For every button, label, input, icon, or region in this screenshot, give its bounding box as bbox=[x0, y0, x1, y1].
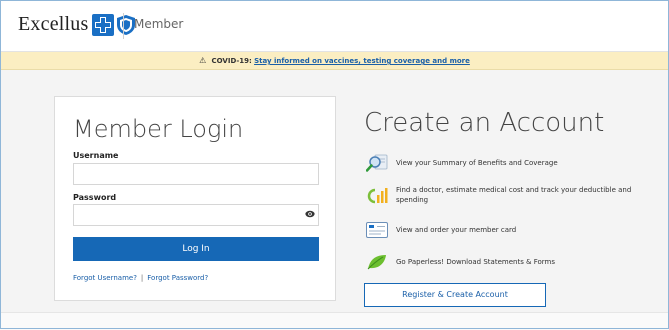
section-label: Member bbox=[134, 17, 184, 31]
alert-link[interactable]: Stay informed on vaccines, testing cover… bbox=[254, 57, 470, 65]
password-label: Password bbox=[73, 193, 117, 202]
register-create-account-button[interactable]: Register & Create Account bbox=[364, 283, 546, 307]
login-title: Member Login bbox=[73, 115, 244, 143]
covid-alert-banner: ⚠ COVID-19: Stay informed on vaccines, t… bbox=[0, 52, 669, 70]
show-password-eye-icon[interactable] bbox=[305, 210, 315, 218]
brand-logo[interactable]: Excellus bbox=[18, 13, 136, 36]
forgot-username-link[interactable]: Forgot Username? bbox=[73, 274, 137, 282]
create-account-title: Create an Account bbox=[364, 108, 605, 138]
bar-chart-icon bbox=[366, 186, 388, 204]
feature-item: Find a doctor, estimate medical cost and… bbox=[366, 185, 636, 205]
header-divider bbox=[123, 13, 124, 39]
feature-item: Go Paperless! Download Statements & Form… bbox=[366, 253, 636, 271]
feature-item: View your Summary of Benefits and Covera… bbox=[366, 154, 636, 172]
feature-text: Find a doctor, estimate medical cost and… bbox=[396, 186, 632, 204]
username-input[interactable] bbox=[73, 163, 319, 185]
alert-prefix: COVID-19: bbox=[211, 57, 252, 65]
feature-text: Go Paperless! Download Statements & Form… bbox=[396, 258, 556, 266]
blue-cross-icon bbox=[92, 13, 115, 36]
feature-item: View and order your member card bbox=[366, 221, 636, 239]
forgot-links: Forgot Username? | Forgot Password? bbox=[73, 274, 208, 282]
brand-name: Excellus bbox=[18, 13, 89, 35]
warning-icon: ⚠ bbox=[199, 56, 207, 65]
login-button[interactable]: Log In bbox=[73, 237, 319, 261]
leaf-icon bbox=[366, 253, 388, 271]
site-header: Excellus Member bbox=[0, 0, 669, 52]
password-input[interactable] bbox=[73, 204, 319, 226]
feature-text: View your Summary of Benefits and Covera… bbox=[396, 159, 558, 167]
username-label: Username bbox=[73, 151, 119, 160]
login-card: Member Login Username Password Log In Fo… bbox=[54, 96, 336, 301]
feature-text: View and order your member card bbox=[396, 226, 517, 234]
magnifier-document-icon bbox=[366, 154, 388, 172]
footer-band bbox=[0, 312, 669, 330]
member-card-icon bbox=[366, 221, 388, 239]
forgot-password-link[interactable]: Forgot Password? bbox=[147, 274, 208, 282]
link-separator: | bbox=[140, 274, 144, 282]
